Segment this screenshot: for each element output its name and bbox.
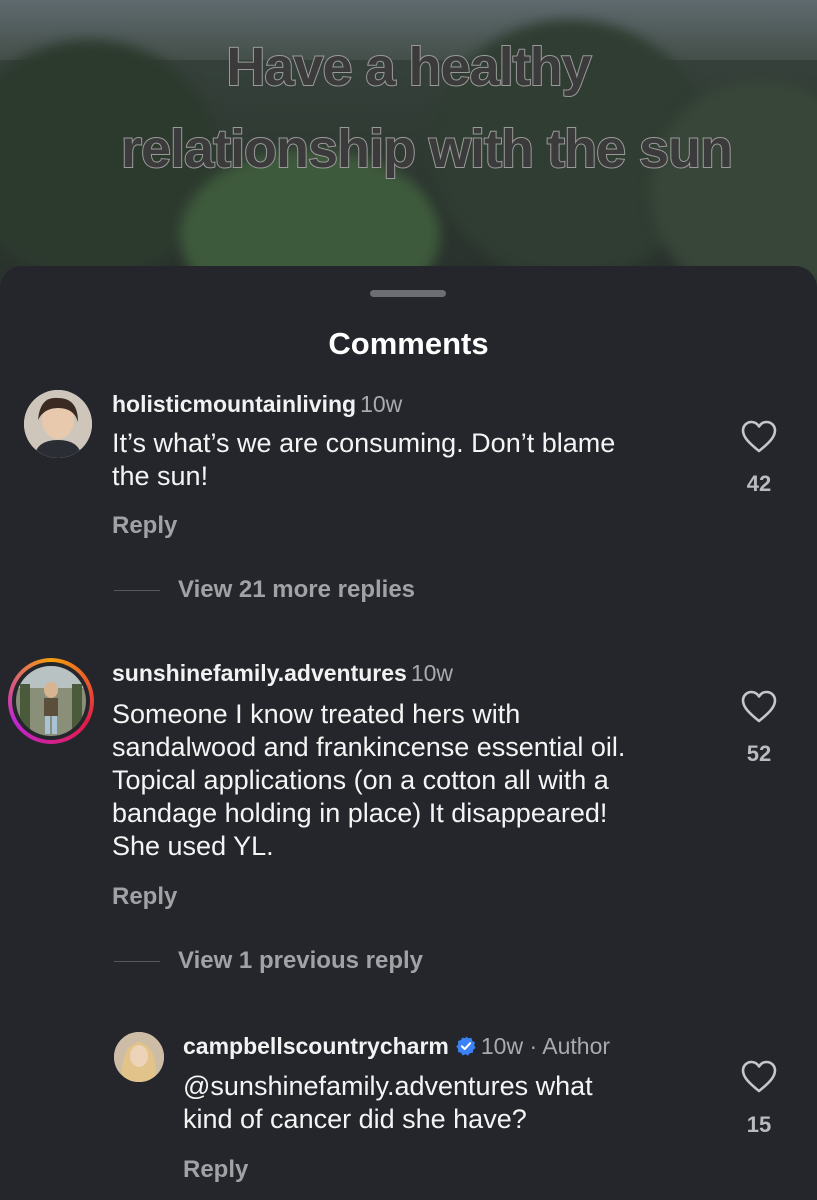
reply-text-line: kind of cancer did she have? xyxy=(183,1104,527,1134)
reply-button[interactable]: Reply xyxy=(183,1156,248,1184)
heart-icon[interactable] xyxy=(741,420,777,454)
avatar[interactable] xyxy=(114,1032,164,1082)
comment-text: Someone I know treated hers with sandalw… xyxy=(112,698,722,863)
like-count: 52 xyxy=(746,741,772,766)
reply-text: @sunshinefamily.adventures what kind of … xyxy=(183,1070,723,1136)
comment-time: 10w xyxy=(360,391,403,417)
comment-text-line: She used YL. xyxy=(112,831,274,861)
avatar xyxy=(16,666,86,736)
like-count: 15 xyxy=(746,1112,772,1137)
video-background: Have a healthy relationship with the sun xyxy=(0,0,817,300)
comment-text-line: Topical applications (on a cotton all wi… xyxy=(112,765,609,795)
comment-username[interactable]: sunshinefamily.adventures 10w xyxy=(112,660,453,687)
comment-text-line: the sun! xyxy=(112,461,209,491)
username-text[interactable]: sunshinefamily.adventures xyxy=(112,660,407,686)
avatar[interactable] xyxy=(24,390,92,458)
author-label: · Author xyxy=(529,1033,611,1059)
reply-time: 10w xyxy=(480,1033,524,1059)
view-previous-reply-button[interactable]: View 1 previous reply xyxy=(178,947,423,975)
reply-text-line: @sunshinefamily.adventures what xyxy=(183,1071,593,1101)
heart-icon[interactable] xyxy=(741,690,777,724)
sheet-grabber-handle[interactable] xyxy=(370,290,446,297)
view-more-replies-button[interactable]: View 21 more replies xyxy=(178,576,415,604)
view-replies-divider xyxy=(114,961,160,962)
heart-icon[interactable] xyxy=(741,1060,777,1094)
avatar-story-ring[interactable] xyxy=(8,658,94,744)
comment-text: It’s what’s we are consuming. Don’t blam… xyxy=(112,427,712,493)
comment-text-line: sandalwood and frankincense essential oi… xyxy=(112,732,626,762)
video-headline-line1: Have a healthy xyxy=(225,36,592,98)
view-replies-divider xyxy=(114,590,160,591)
reply-username[interactable]: campbellscountrycharm 10w · Author xyxy=(183,1033,610,1060)
video-headline-line2: relationship with the sun xyxy=(120,118,734,180)
like-count: 42 xyxy=(746,471,772,496)
username-text[interactable]: holisticmountainliving xyxy=(112,391,356,417)
comment-text-line: Someone I know treated hers with xyxy=(112,699,521,729)
comment-username[interactable]: holisticmountainliving 10w xyxy=(112,391,402,418)
verified-badge-icon xyxy=(456,1036,476,1056)
username-text[interactable]: campbellscountrycharm xyxy=(183,1033,449,1059)
sheet-title: Comments xyxy=(328,326,489,361)
comment-time: 10w xyxy=(410,660,454,686)
comment-text-line: It’s what’s we are consuming. Don’t blam… xyxy=(112,428,616,458)
reply-button[interactable]: Reply xyxy=(112,883,177,911)
comment-text-line: bandage holding in place) It disappeared… xyxy=(112,798,608,828)
reply-button[interactable]: Reply xyxy=(112,512,177,540)
